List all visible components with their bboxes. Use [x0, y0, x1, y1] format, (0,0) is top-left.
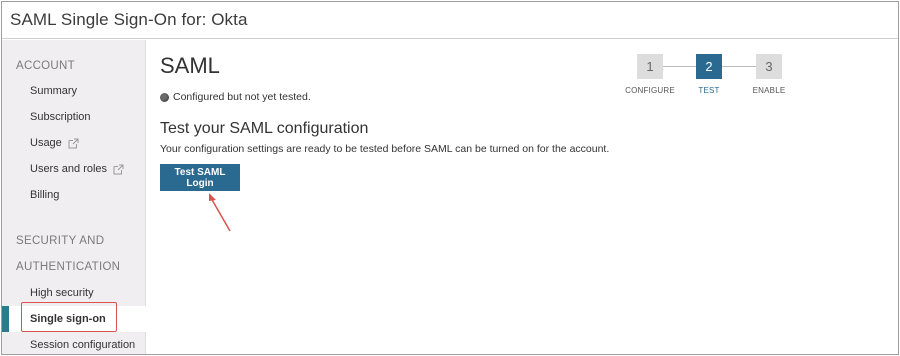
sidebar-item-label: Subscription — [30, 111, 91, 123]
step-label-enable: ENABLE — [752, 86, 786, 95]
sidebar-section-security: SECURITY AND AUTHENTICATION — [2, 228, 145, 280]
sidebar-section-label: SECURITY AND — [16, 235, 105, 247]
progress-steps: 1 2 3 CONFIGURE TEST ENABLE — [625, 54, 785, 96]
sidebar-section-label: AUTHENTICATION — [16, 261, 121, 273]
status-line: Configured but not yet tested. — [160, 91, 311, 103]
title-bar: SAML Single Sign-On for: Okta — [2, 2, 898, 39]
sidebar-item-billing[interactable]: Billing — [2, 182, 145, 208]
sidebar-item-label: Session configuration — [30, 339, 136, 351]
sidebar-item-summary[interactable]: Summary — [2, 78, 145, 104]
sidebar: ACCOUNT Summary Subscription Usage Users… — [2, 40, 147, 354]
sidebar-item-label: Summary — [30, 85, 78, 97]
external-link-icon — [113, 164, 124, 175]
sidebar-item-high-security[interactable]: High security — [2, 280, 145, 306]
step-2: 2 — [696, 54, 722, 79]
step-3: 3 — [756, 54, 782, 79]
step-connector — [722, 66, 756, 67]
sidebar-item-subscription[interactable]: Subscription — [2, 104, 145, 130]
sidebar-section-account: ACCOUNT — [16, 60, 75, 72]
status-text: Configured but not yet tested. — [173, 91, 311, 103]
sidebar-item-label: Billing — [30, 189, 60, 201]
step-connector — [663, 66, 696, 67]
sidebar-item-label: Single sign-on — [30, 313, 106, 325]
section-description: Your configuration settings are ready to… — [160, 143, 610, 155]
sidebar-item-label: Users and roles — [30, 163, 108, 175]
external-link-icon — [68, 138, 79, 149]
step-label-test: TEST — [698, 86, 720, 95]
sidebar-item-single-sign-on[interactable]: Single sign-on — [2, 302, 147, 332]
page-title: SAML — [160, 53, 220, 78]
sidebar-item-users-and-roles[interactable]: Users and roles — [2, 156, 145, 182]
step-label-configure: CONFIGURE — [625, 86, 675, 95]
step-1: 1 — [637, 54, 663, 79]
window-title: SAML Single Sign-On for: Okta — [10, 10, 248, 29]
sidebar-item-label: Usage — [30, 137, 62, 149]
sidebar-item-session-configuration[interactable]: Session configuration — [2, 332, 145, 354]
sidebar-item-usage[interactable]: Usage — [2, 130, 145, 156]
app-window: SAML Single Sign-On for: Okta ACCOUNT Su… — [1, 1, 899, 355]
sidebar-item-label: High security — [30, 287, 94, 299]
main-content: SAML Configured but not yet tested. Test… — [160, 40, 898, 354]
section-heading: Test your SAML configuration — [160, 120, 369, 137]
status-dot-icon — [160, 92, 169, 102]
test-saml-login-button[interactable]: Test SAML Login — [160, 164, 240, 191]
